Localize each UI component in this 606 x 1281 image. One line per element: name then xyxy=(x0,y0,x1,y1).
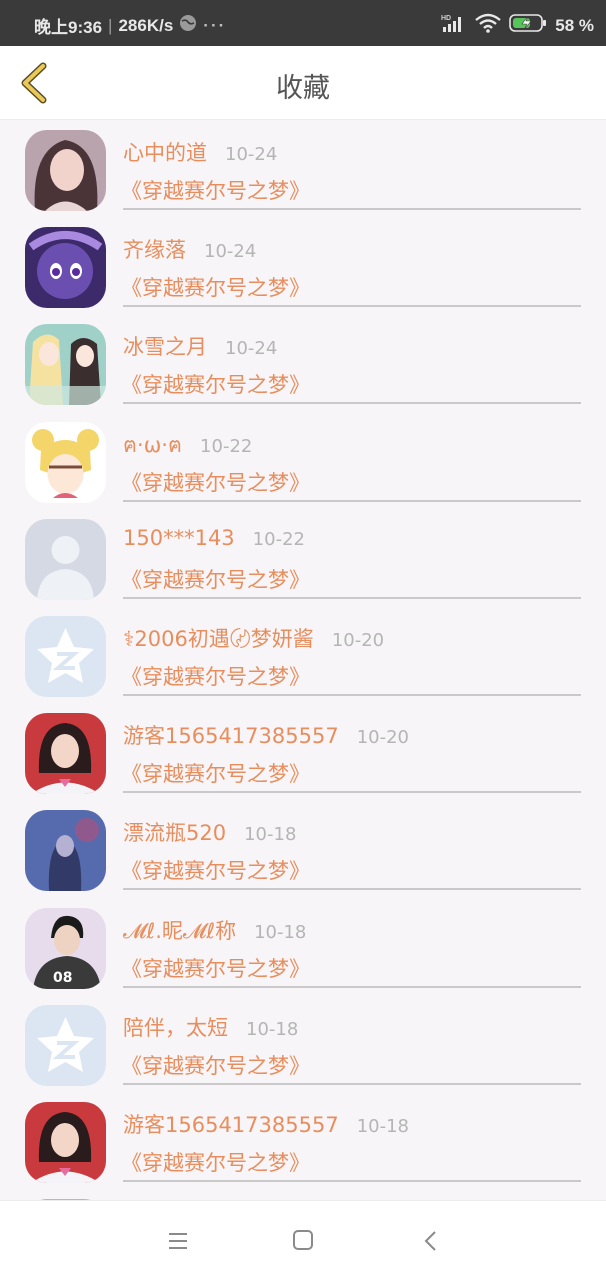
status-speed: 286K/s xyxy=(118,15,174,35)
favorite-date: 10-20 xyxy=(331,630,385,651)
book-title[interactable]: 《穿越赛尔号之梦》 xyxy=(121,272,310,302)
divider xyxy=(123,208,581,210)
list-item[interactable]: 漂流瓶520 10-18 《穿越赛尔号之梦》 xyxy=(0,805,606,902)
user-name: 150***143 xyxy=(123,525,235,550)
divider xyxy=(123,402,581,405)
favorite-date: 10-24 xyxy=(225,338,278,360)
name-line: 齐缘落 10-24 xyxy=(123,234,256,264)
back-arrow-icon xyxy=(424,1231,436,1251)
divider xyxy=(123,985,581,988)
list-item[interactable]: 心中的道 10-24 《穿越赛尔号之梦》 xyxy=(0,125,606,222)
avatar-anime-purple-icon[interactable] xyxy=(25,227,106,309)
divider xyxy=(123,888,581,891)
user-name: 心中的道 xyxy=(123,141,207,165)
divider xyxy=(123,791,581,794)
favorites-list: 心中的道 10-24 《穿越赛尔号之梦》 齐缘落 10-24 《穿越赛尔号之梦》 xyxy=(0,120,606,1200)
book-title[interactable]: 《穿越赛尔号之梦》 xyxy=(121,175,310,205)
name-line: 陪伴，太短 10-18 xyxy=(123,1012,298,1042)
avatar-photo-girl-icon[interactable] xyxy=(25,130,106,211)
favorite-date: 10-24 xyxy=(225,144,278,165)
favorite-date: 10-18 xyxy=(246,1018,299,1040)
list-item[interactable]: 游客1565417385557 10-20 《穿越赛尔号之梦》 xyxy=(0,708,606,805)
divider xyxy=(123,1180,581,1182)
battery-percent: 58 % xyxy=(555,15,594,35)
favorite-date: 10-18 xyxy=(356,1116,410,1137)
battery-icon xyxy=(509,13,547,38)
home-square-icon xyxy=(293,1230,313,1250)
status-bar: 晚上9:36 | 286K/s ··· HD 58 % xyxy=(0,0,606,46)
header: 收藏 xyxy=(0,46,606,120)
avatar-qzone-star-icon[interactable] xyxy=(25,1004,106,1086)
book-title[interactable]: 《穿越赛尔号之梦》 xyxy=(121,564,310,594)
list-item[interactable]: 冰雪之月 10-24 《穿越赛尔号之梦》 xyxy=(0,319,606,416)
list-item[interactable]: 08 𝓜ℓ.昵𝓜ℓ称 10-18 《穿越赛尔号之梦》 xyxy=(0,903,606,1000)
name-line: ⚕2006初遇〄梦妍酱 10-20 xyxy=(123,623,384,653)
status-time: 晚上9:36 xyxy=(34,18,103,37)
network-label: HD xyxy=(441,15,451,22)
user-name: 𝓜ℓ.昵𝓜ℓ称 xyxy=(123,918,237,943)
divider xyxy=(123,305,581,308)
status-dots: ··· xyxy=(203,15,227,35)
favorite-date: 10-22 xyxy=(252,528,305,550)
book-title[interactable]: 《穿越赛尔号之梦》 xyxy=(121,1050,310,1080)
user-name: 陪伴，太短 xyxy=(123,1015,228,1040)
menu-button[interactable] xyxy=(162,1225,196,1259)
favorite-date: 10-20 xyxy=(356,727,410,749)
wifi-icon xyxy=(475,13,502,38)
globe-icon xyxy=(179,14,197,37)
divider xyxy=(123,1082,581,1085)
system-nav-bar xyxy=(0,1200,606,1281)
favorite-date: 10-22 xyxy=(200,435,253,457)
book-title[interactable]: 《穿越赛尔号之梦》 xyxy=(121,369,310,399)
name-line: 游客1565417385557 10-18 xyxy=(123,1109,409,1139)
status-separator: | xyxy=(108,15,113,35)
avatar-photo-blue-icon[interactable] xyxy=(25,810,106,892)
divider xyxy=(123,596,581,599)
page-title: 收藏 xyxy=(276,73,330,104)
divider xyxy=(123,694,581,696)
avatar-photo-student-icon[interactable] xyxy=(25,1102,106,1183)
favorite-date: 10-18 xyxy=(244,824,297,846)
name-line: 漂流瓶520 10-18 xyxy=(123,817,296,847)
list-item[interactable]: 陪伴，太短 10-18 《穿越赛尔号之梦》 xyxy=(0,1000,606,1097)
menu-icon xyxy=(169,1233,187,1249)
book-title[interactable]: 《穿越赛尔号之梦》 xyxy=(121,953,310,983)
avatar-anime-pair-icon[interactable] xyxy=(25,324,106,406)
user-name: ⚕2006初遇〄梦妍酱 xyxy=(123,627,314,651)
book-title[interactable]: 《穿越赛尔号之梦》 xyxy=(121,467,310,497)
user-name: ฅ·ω·ฅ xyxy=(123,432,183,457)
user-name: 游客1565417385557 xyxy=(123,724,339,749)
user-name: 齐缘落 xyxy=(123,238,186,263)
list-item[interactable]: ⚕2006初遇〄梦妍酱 10-20 《穿越赛尔号之梦》 xyxy=(0,611,606,708)
list-item[interactable]: 游客1565417385557 10-18 《穿越赛尔号之梦》 xyxy=(0,1097,606,1194)
home-button[interactable] xyxy=(286,1225,320,1259)
name-line: 冰雪之月 10-24 xyxy=(123,331,277,361)
svg-text:08: 08 xyxy=(53,970,72,986)
signal-icon: HD xyxy=(441,13,467,38)
book-title[interactable]: 《穿越赛尔号之梦》 xyxy=(121,661,310,691)
list-item[interactable]: ฅ·ω·ฅ 10-22 《穿越赛尔号之梦》 xyxy=(0,417,606,514)
user-name: 漂流瓶520 xyxy=(123,821,227,846)
name-line: 150***143 10-22 xyxy=(123,526,305,556)
name-line: 游客1565417385557 10-20 xyxy=(123,720,409,750)
avatar-default-person-icon[interactable] xyxy=(25,518,106,600)
system-back-button[interactable] xyxy=(414,1225,448,1259)
favorite-date: 10-18 xyxy=(254,921,307,943)
avatar-sailor-moon-icon[interactable] xyxy=(25,421,106,503)
divider xyxy=(123,499,581,502)
list-item[interactable]: 齐缘落 10-24 《穿越赛尔号之梦》 xyxy=(0,222,606,319)
book-title[interactable]: 《穿越赛尔号之梦》 xyxy=(121,855,310,885)
user-name: 游客1565417385557 xyxy=(123,1113,339,1137)
list-item[interactable]: 150***143 10-22 《穿越赛尔号之梦》 xyxy=(0,514,606,611)
name-line: 心中的道 10-24 xyxy=(123,137,277,167)
name-line: ฅ·ω·ฅ 10-22 xyxy=(123,429,252,459)
avatar-qzone-star-icon[interactable] xyxy=(25,616,106,697)
user-name: 冰雪之月 xyxy=(123,335,207,360)
avatar-photo-boy-icon[interactable]: 08 xyxy=(25,907,106,989)
book-title[interactable]: 《穿越赛尔号之梦》 xyxy=(121,1147,310,1177)
favorite-date: 10-24 xyxy=(204,241,257,263)
book-title[interactable]: 《穿越赛尔号之梦》 xyxy=(121,758,310,788)
avatar-photo-student-icon[interactable] xyxy=(25,713,106,795)
name-line: 𝓜ℓ.昵𝓜ℓ称 10-18 xyxy=(123,915,306,945)
